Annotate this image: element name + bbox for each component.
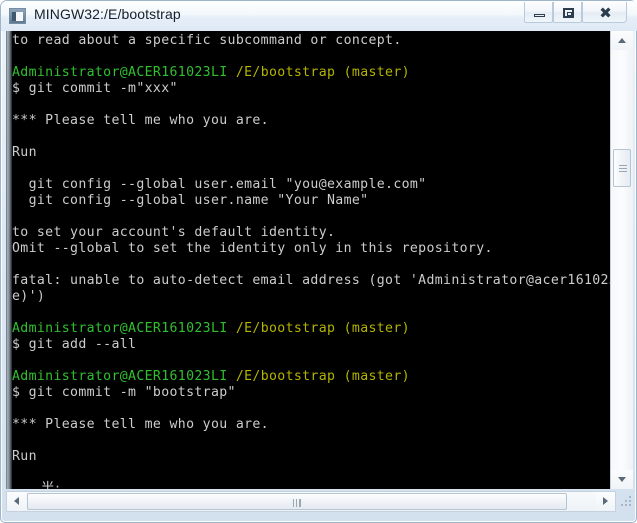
- terminal-text-segment: Administrator@ACER161023LI: [12, 321, 228, 336]
- grip-dot: [629, 504, 631, 506]
- terminal-text-segment: /E/bootstrap: [235, 369, 336, 384]
- grip-dot: [621, 504, 623, 506]
- terminal-text-segment: (master): [343, 369, 410, 384]
- terminal-text-segment: *** Please tell me who you are.: [12, 113, 269, 128]
- terminal-line: Omit --global to set the identity only i…: [12, 241, 615, 257]
- vertical-scrollbar[interactable]: [610, 31, 633, 489]
- grip-dot: [625, 500, 627, 502]
- close-button[interactable]: ✖: [582, 2, 627, 23]
- close-icon: ✖: [599, 4, 612, 22]
- terminal-text-segment: (master): [343, 321, 410, 336]
- terminal-line: Run: [12, 449, 615, 465]
- scroll-right-arrow-icon[interactable]: [596, 492, 615, 511]
- terminal-text-segment: $ git add --all: [12, 337, 137, 352]
- minimize-icon: [534, 14, 545, 17]
- scroll-left-arrow-icon[interactable]: [7, 492, 26, 511]
- window-title: MINGW32:/E/bootstrap: [34, 6, 181, 22]
- terminal-line: Run: [12, 145, 615, 161]
- grip-dot: [625, 504, 627, 506]
- horizontal-scrollbar-thumb[interactable]: [27, 493, 567, 510]
- terminal-line: Administrator@ACER161023LI /E/bootstrap …: [12, 321, 615, 337]
- minimize-button[interactable]: [524, 2, 553, 23]
- terminal-text-segment: $ git commit -m"xxx": [12, 81, 178, 96]
- scroll-up-arrow-icon[interactable]: [611, 31, 633, 50]
- terminal-text-segment: git config --global user.email "you@exam…: [12, 177, 427, 192]
- terminal-line: 半:: [12, 481, 615, 489]
- vertical-scrollbar-thumb[interactable]: [613, 149, 631, 187]
- terminal-text-segment: to read about a specific subcommand or c…: [12, 33, 402, 48]
- terminal-text-segment: to set your account's default identity.: [12, 225, 336, 240]
- title-bar[interactable]: MINGW32:/E/bootstrap ✖: [1, 1, 637, 31]
- terminal-line: *** Please tell me who you are.: [12, 417, 615, 433]
- terminal-line: to set your account's default identity.: [12, 225, 615, 241]
- terminal-line: Administrator@ACER161023LI /E/bootstrap …: [12, 65, 615, 81]
- grip-dot: [629, 500, 631, 502]
- maximize-button[interactable]: [553, 2, 582, 23]
- terminal-line: to read about a specific subcommand or c…: [12, 33, 615, 49]
- terminal-line: $ git commit -m"xxx": [12, 81, 615, 97]
- maximize-icon: [563, 8, 574, 18]
- terminal-text-segment: git config --global user.name "Your Name…: [12, 193, 369, 208]
- terminal-output[interactable]: to read about a specific subcommand or c…: [12, 31, 615, 489]
- terminal-text-segment: $ git commit -m "bootstrap": [12, 385, 236, 400]
- terminal-text-segment: (master): [343, 65, 410, 80]
- terminal-text-segment: /E/bootstrap: [235, 321, 336, 336]
- grip-dot: [629, 496, 631, 498]
- terminal-text-segment: fatal: unable to auto-detect email addre…: [12, 273, 615, 288]
- terminal-line: *** Please tell me who you are.: [12, 113, 615, 129]
- terminal-text-segment: e)'): [12, 289, 46, 304]
- terminal-line: $ git add --all: [12, 337, 615, 353]
- console-icon: [9, 8, 26, 24]
- terminal-text-segment: *** Please tell me who you are.: [12, 417, 269, 432]
- terminal-line: e)'): [12, 289, 615, 305]
- terminal-window: MINGW32:/E/bootstrap ✖ to read about a s…: [0, 0, 637, 523]
- terminal-text-segment: 半:: [12, 481, 61, 489]
- terminal-line: $ git commit -m "bootstrap": [12, 385, 615, 401]
- terminal-text-segment: Administrator@ACER161023LI: [12, 369, 228, 384]
- terminal-line: git config --global user.name "Your Name…: [12, 193, 615, 209]
- terminal-client-area[interactable]: to read about a specific subcommand or c…: [6, 31, 633, 489]
- terminal-text-segment: /E/bootstrap: [235, 65, 336, 80]
- terminal-line: git config --global user.email "you@exam…: [12, 177, 615, 193]
- horizontal-scrollbar[interactable]: [6, 491, 616, 512]
- scroll-down-arrow-icon[interactable]: [611, 470, 633, 489]
- resize-grip[interactable]: [619, 494, 633, 508]
- terminal-text-segment: Run: [12, 449, 37, 464]
- terminal-line: Administrator@ACER161023LI /E/bootstrap …: [12, 369, 615, 385]
- terminal-text-segment: Omit --global to set the identity only i…: [12, 241, 493, 256]
- terminal-text-segment: Administrator@ACER161023LI: [12, 65, 228, 80]
- terminal-text-segment: Run: [12, 145, 37, 160]
- terminal-line: fatal: unable to auto-detect email addre…: [12, 273, 615, 289]
